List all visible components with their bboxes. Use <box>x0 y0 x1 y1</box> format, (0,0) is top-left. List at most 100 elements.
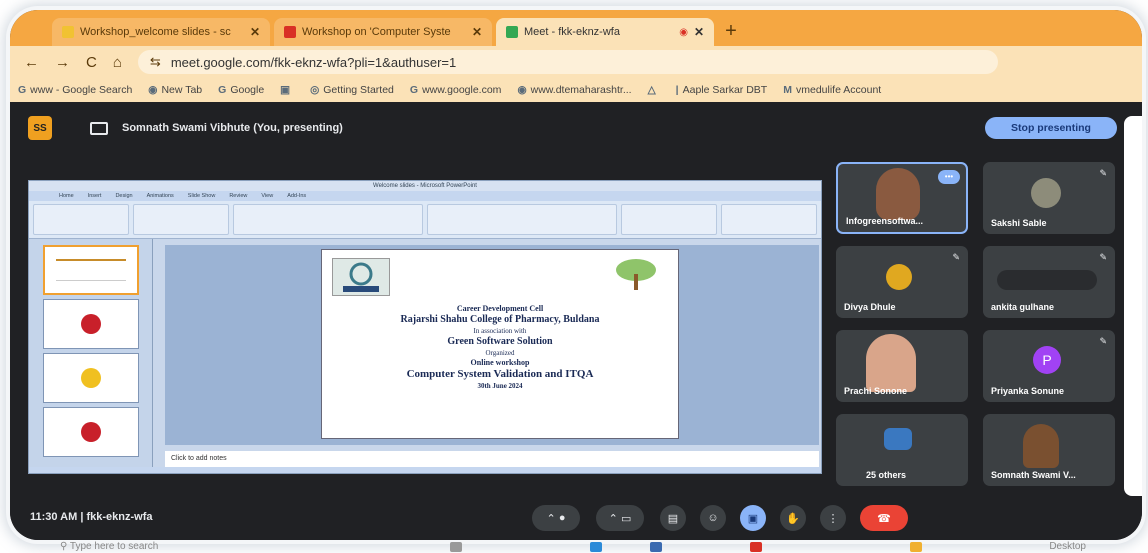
stop-presenting-button[interactable]: Stop presenting <box>985 117 1117 139</box>
participant-tile[interactable]: ✎ Sakshi Sable <box>983 162 1115 234</box>
more-options-icon[interactable]: ••• <box>938 170 960 184</box>
participant-tile[interactable]: ✎ ankita gulhane <box>983 246 1115 318</box>
bookmark-item[interactable]: | Aaple Sarkar DBT <box>676 84 768 96</box>
bookmark-icon: M <box>783 84 792 96</box>
slide-line-8: 30th June 2024 <box>477 382 523 390</box>
participant-tile[interactable]: Prachi Sonone <box>836 330 968 402</box>
bookmark-icon: ▣ <box>280 84 291 96</box>
task-view-icon[interactable] <box>450 541 462 552</box>
forward-icon[interactable]: → <box>55 54 70 71</box>
bookmark-item[interactable]: ◎ Getting Started <box>310 84 394 96</box>
bookmark-item[interactable]: G Google <box>218 84 264 96</box>
browser-tab-bar: Workshop_welcome slides - sc ✕ Workshop … <box>10 10 1142 46</box>
close-icon[interactable]: ✕ <box>472 25 482 39</box>
site-settings-icon[interactable]: ⇆ <box>150 54 161 70</box>
store-icon[interactable] <box>650 541 662 552</box>
ppt-ribbon-tab: View <box>261 193 274 199</box>
slide-line-4: Green Software Solution <box>447 336 553 347</box>
bookmark-item[interactable]: ◉ New Tab <box>148 84 202 96</box>
search-placeholder: Type here to search <box>69 541 159 552</box>
participant-name: ankita gulhane <box>991 302 1055 312</box>
meeting-details: 11:30 AM | fkk-eknz-wfa <box>30 511 153 523</box>
bookmark-item[interactable]: Gwww - Google Search <box>18 84 132 96</box>
bookmark-label: www.google.com <box>422 84 502 96</box>
slides-icon <box>62 26 74 38</box>
more-options-button[interactable]: ⋮ <box>820 505 846 531</box>
tab-meet[interactable]: Meet - fkk-eknz-wfa ◉ ✕ <box>496 18 714 46</box>
participant-name: Sakshi Sable <box>991 218 1047 228</box>
slide-line-5: Organized <box>485 349 515 357</box>
desktop-label: Desktop <box>1049 541 1086 552</box>
leave-call-button[interactable]: ☎ <box>860 505 908 531</box>
self-view-tile[interactable]: Somnath Swami V... <box>983 414 1115 486</box>
ppt-ribbon-tab: Slide Show <box>187 193 216 199</box>
back-icon[interactable]: ← <box>24 54 39 71</box>
meet-icon <box>506 26 518 38</box>
tab-workshop-slides[interactable]: Workshop_welcome slides - sc ✕ <box>52 18 270 46</box>
ribbon-group <box>233 204 423 235</box>
present-icon: ▣ <box>747 512 759 525</box>
tab-title: Workshop_welcome slides - sc <box>80 26 231 38</box>
participant-video <box>876 168 920 220</box>
captions-icon: ▤ <box>667 512 679 525</box>
avatar: P <box>1033 346 1061 374</box>
bookmark-icon: ◉ <box>517 84 527 96</box>
new-tab-button[interactable]: + <box>718 16 744 46</box>
edge-icon[interactable] <box>590 541 602 552</box>
bookmark-item[interactable]: Gwww.google.com <box>410 84 502 96</box>
participant-name: Infogreensoftwa... <box>846 216 924 226</box>
bookmark-icon: G <box>18 84 27 96</box>
chevron-up-icon: ⌃ <box>546 512 556 525</box>
slide-thumbnails <box>29 239 153 473</box>
navigation-bar: ← → C ⌂ ⇆ meet.google.com/fkk-eknz-wfa?p… <box>10 46 1142 78</box>
present-button[interactable]: ▣ <box>740 505 766 531</box>
avatar: SS <box>28 116 52 140</box>
folder-icon[interactable] <box>910 541 922 552</box>
bookmark-icon: ◉ <box>148 84 158 96</box>
bookmark-item[interactable]: Mvmedulife Account <box>783 84 881 96</box>
microphone-button[interactable]: ⌃ ● <box>532 505 580 531</box>
slide-line-6: Online workshop <box>470 358 530 367</box>
present-screen-icon <box>90 121 108 135</box>
taskbar-search[interactable]: ⚲ Type here to search <box>60 541 158 552</box>
chrome-icon[interactable] <box>750 541 762 552</box>
ppt-ribbon <box>29 201 821 239</box>
presenter-label: Somnath Swami Vibhute (You, presenting) <box>122 122 343 134</box>
captions-button[interactable]: ▤ <box>660 505 686 531</box>
muted-mic-icon: ✎ <box>1099 336 1107 346</box>
address-bar[interactable]: ⇆ meet.google.com/fkk-eknz-wfa?pli=1&aut… <box>137 50 998 74</box>
emoji-icon: ☺ <box>707 512 719 524</box>
reactions-button[interactable]: ☺ <box>700 505 726 531</box>
home-icon[interactable]: ⌂ <box>113 54 122 71</box>
camera-icon: ▭ <box>620 512 632 525</box>
participant-tile[interactable]: P ✎ Priyanka Sonune <box>983 330 1115 402</box>
participant-video <box>866 334 916 392</box>
side-panel-edge <box>1124 116 1142 496</box>
windows-taskbar: ⚲ Type here to search Desktop <box>30 540 1110 553</box>
bookmark-item[interactable]: ▣ <box>280 84 294 96</box>
bookmark-item[interactable]: △ <box>648 84 660 96</box>
participant-photo <box>886 264 912 290</box>
shared-screen-powerpoint: Welcome slides - Microsoft PowerPoint Ho… <box>28 180 822 474</box>
close-icon[interactable]: ✕ <box>694 25 704 39</box>
bookmark-item[interactable]: ◉ www.dtemaharashtr... <box>517 84 631 96</box>
slide-canvas: Career Development Cell Rajarshi Shahu C… <box>165 245 819 445</box>
reload-icon[interactable]: C <box>86 54 97 71</box>
participant-name: Divya Dhule <box>844 302 896 312</box>
camera-button[interactable]: ⌃ ▭ <box>596 505 644 531</box>
mic-icon: ● <box>558 512 566 524</box>
participant-tile[interactable]: ✎ Divya Dhule <box>836 246 968 318</box>
tab-workshop-email[interactable]: Workshop on 'Computer Syste ✕ <box>274 18 492 46</box>
close-icon[interactable]: ✕ <box>250 25 260 39</box>
slide-thumbnail <box>43 299 139 349</box>
participant-tile[interactable]: ••• Infogreensoftwa... <box>836 162 968 234</box>
slide-line-7: Computer System Validation and ITQA <box>406 368 594 380</box>
hand-icon: ✋ <box>786 512 800 525</box>
ppt-ribbon-tab: Animations <box>146 193 174 199</box>
tab-title: Workshop on 'Computer Syste <box>302 26 451 38</box>
raise-hand-button[interactable]: ✋ <box>780 505 806 531</box>
screen-frame: Workshop_welcome slides - sc ✕ Workshop … <box>10 10 1142 540</box>
bookmark-icon: | <box>675 84 679 96</box>
bookmark-label: vmedulife Account <box>795 84 882 96</box>
others-tile[interactable]: 25 others <box>836 414 968 486</box>
